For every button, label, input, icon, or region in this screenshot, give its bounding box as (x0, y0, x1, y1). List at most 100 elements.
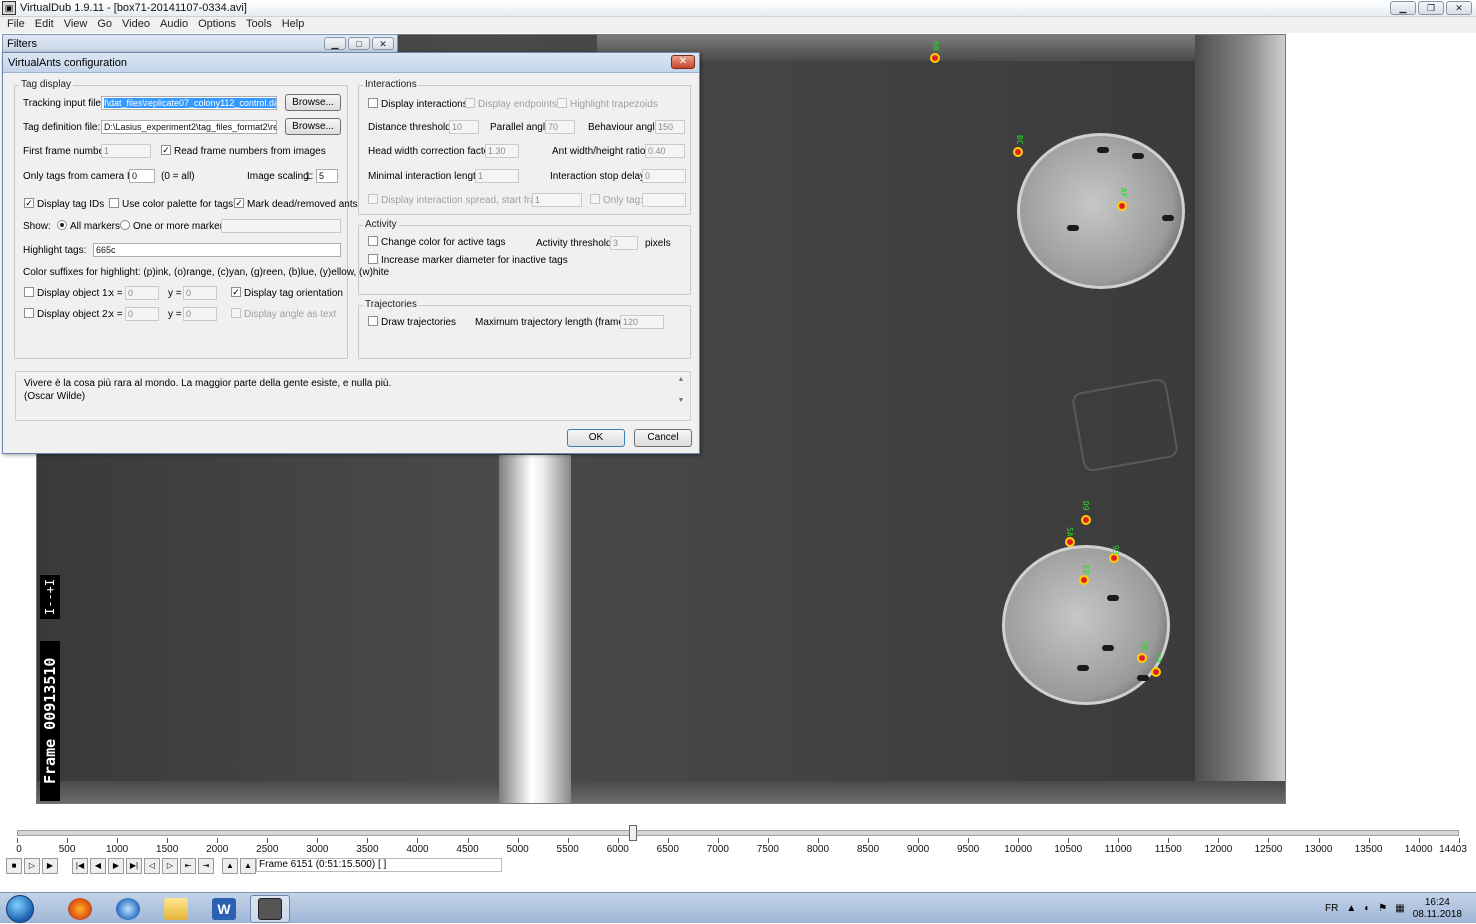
browse-tracking-button[interactable]: Browse... (285, 94, 341, 111)
menu-options[interactable]: Options (193, 17, 241, 33)
image-scaling-field[interactable]: 5 (316, 169, 338, 183)
minimize-icon[interactable]: ▁ (324, 37, 346, 50)
firefox-icon[interactable] (60, 895, 100, 923)
object-1-y-field[interactable]: 0 (183, 286, 217, 300)
tray-expand-icon[interactable]: ▲ (1346, 903, 1356, 914)
object-1-x-field[interactable]: 0 (125, 286, 159, 300)
menu-go[interactable]: Go (92, 17, 117, 33)
tag-definition-field[interactable]: D:\Lasius_experiment2\tag_files_format2\… (101, 120, 277, 134)
read-frame-numbers-checkbox[interactable]: ✓ (161, 145, 171, 155)
camera-id-field[interactable]: 0 (129, 169, 155, 183)
display-angle-label: Display angle as text (244, 309, 337, 320)
scale-bar-overlay: I--+I (40, 575, 60, 619)
play-output-icon[interactable]: ▶ (42, 858, 58, 874)
object-2-y-field[interactable]: 0 (183, 307, 217, 321)
object-2-x-field[interactable]: 0 (125, 307, 159, 321)
back-icon[interactable]: ◀ (90, 858, 106, 874)
spread-start-field[interactable]: 1 (532, 193, 582, 207)
volume-icon[interactable]: ◐ (1364, 903, 1370, 914)
tag-marker (930, 53, 940, 63)
virtualdub-app-icon[interactable]: ▣ (2, 1, 16, 15)
play-input-icon[interactable]: ▷ (24, 858, 40, 874)
end-icon[interactable]: ▶| (126, 858, 142, 874)
cancel-button[interactable]: Cancel (634, 429, 692, 447)
menu-audio[interactable]: Audio (155, 17, 193, 33)
highlight-tags-field[interactable]: 665c (93, 243, 341, 257)
menu-video[interactable]: Video (117, 17, 155, 33)
network-icon[interactable]: ▦ (1395, 903, 1404, 914)
next-scene-icon[interactable]: ⇥ (198, 858, 214, 874)
browse-tag-definition-button[interactable]: Browse... (285, 118, 341, 135)
close-icon[interactable]: ✕ (671, 55, 695, 69)
display-tag-orientation-checkbox[interactable]: ✓ (231, 287, 241, 297)
timeline-thumb[interactable] (628, 825, 637, 841)
display-object-1-checkbox[interactable] (24, 287, 34, 297)
close-icon[interactable]: ✕ (1446, 1, 1472, 15)
head-width-field[interactable]: 1.30 (485, 144, 519, 158)
menu-file[interactable]: File (2, 17, 30, 33)
close-icon[interactable]: ✕ (372, 37, 394, 50)
tracking-input-field[interactable]: I\dat_files\replicate07_colony112_contro… (101, 96, 277, 110)
marker-count-field[interactable] (221, 219, 341, 233)
menu-view[interactable]: View (59, 17, 93, 33)
read-frame-numbers-label: Read frame numbers from images (174, 146, 326, 157)
minimize-icon[interactable]: ▁ (1390, 1, 1416, 15)
ok-button[interactable]: OK (567, 429, 625, 447)
frame-status: Frame 6151 (0:51:15.500) [ ] (256, 858, 502, 872)
display-tag-ids-checkbox[interactable]: ✓ (24, 198, 34, 208)
thunderbird-icon[interactable] (108, 895, 148, 923)
prev-key-icon[interactable]: ◁ (144, 858, 160, 874)
menu-edit[interactable]: Edit (30, 17, 59, 33)
all-markers-radio[interactable] (57, 220, 67, 230)
mark-out-icon[interactable]: ▲ (240, 858, 256, 874)
change-color-checkbox[interactable] (368, 236, 378, 246)
timeline-track[interactable] (17, 830, 1459, 836)
stop-icon[interactable]: ■ (6, 858, 22, 874)
word-icon[interactable]: W (204, 895, 244, 923)
display-endpoints-checkbox[interactable] (465, 98, 475, 108)
only-tag-field[interactable] (642, 193, 686, 207)
only-tags-label: Only tags from camera ID: (23, 171, 140, 182)
parallel-angle-field[interactable]: 70 (545, 120, 575, 134)
restore-icon[interactable]: ❐ (1418, 1, 1444, 15)
display-object-2-checkbox[interactable] (24, 308, 34, 318)
display-interactions-checkbox[interactable] (368, 98, 378, 108)
show-label: Show: (23, 221, 51, 232)
language-indicator[interactable]: FR (1325, 903, 1338, 914)
increase-marker-checkbox[interactable] (368, 254, 378, 264)
one-or-more-radio[interactable] (120, 220, 130, 230)
draw-trajectories-checkbox[interactable] (368, 316, 378, 326)
activity-threshold-field[interactable]: 3 (610, 236, 638, 250)
virtualdub-icon[interactable] (250, 895, 290, 923)
distance-threshold-field[interactable]: 10 (449, 120, 479, 134)
timeline-tick-label: 4000 (406, 844, 429, 855)
max-trajectory-field[interactable]: 120 (620, 315, 664, 329)
mark-dead-checkbox[interactable]: ✓ (234, 198, 244, 208)
maximize-icon[interactable]: □ (348, 37, 370, 50)
first-frame-field[interactable]: 1 (101, 144, 151, 158)
menu-tools[interactable]: Tools (241, 17, 277, 33)
quote-scrollbar[interactable]: ▲ ▼ (676, 376, 686, 418)
min-interaction-field[interactable]: 1 (475, 169, 519, 183)
display-angle-checkbox[interactable] (231, 308, 241, 318)
menu-help[interactable]: Help (277, 17, 310, 33)
only-tag-checkbox[interactable] (590, 194, 600, 204)
highlight-trapezoids-checkbox[interactable] (557, 98, 567, 108)
start-orb-icon[interactable] (6, 895, 34, 923)
image-scaling-label: Image scaling: (247, 171, 312, 182)
forward-icon[interactable]: ▶ (108, 858, 124, 874)
use-color-palette-checkbox[interactable] (109, 198, 119, 208)
display-spread-checkbox[interactable] (368, 194, 378, 204)
prev-scene-icon[interactable]: ⇤ (180, 858, 196, 874)
distance-threshold-label: Distance threshold: (368, 122, 454, 133)
file-explorer-icon[interactable] (156, 895, 196, 923)
clock[interactable]: 16:24 08.11.2018 (1413, 897, 1462, 921)
increase-marker-label: Increase marker diameter for inactive ta… (381, 255, 568, 266)
next-key-icon[interactable]: ▷ (162, 858, 178, 874)
stop-delay-field[interactable]: 0 (642, 169, 686, 183)
behaviour-angle-field[interactable]: 150 (655, 120, 685, 134)
mark-in-icon[interactable]: ▲ (222, 858, 238, 874)
flag-icon[interactable]: ⚑ (1378, 903, 1387, 914)
start-icon[interactable]: |◀ (72, 858, 88, 874)
ant-ratio-field[interactable]: 0.40 (645, 144, 685, 158)
